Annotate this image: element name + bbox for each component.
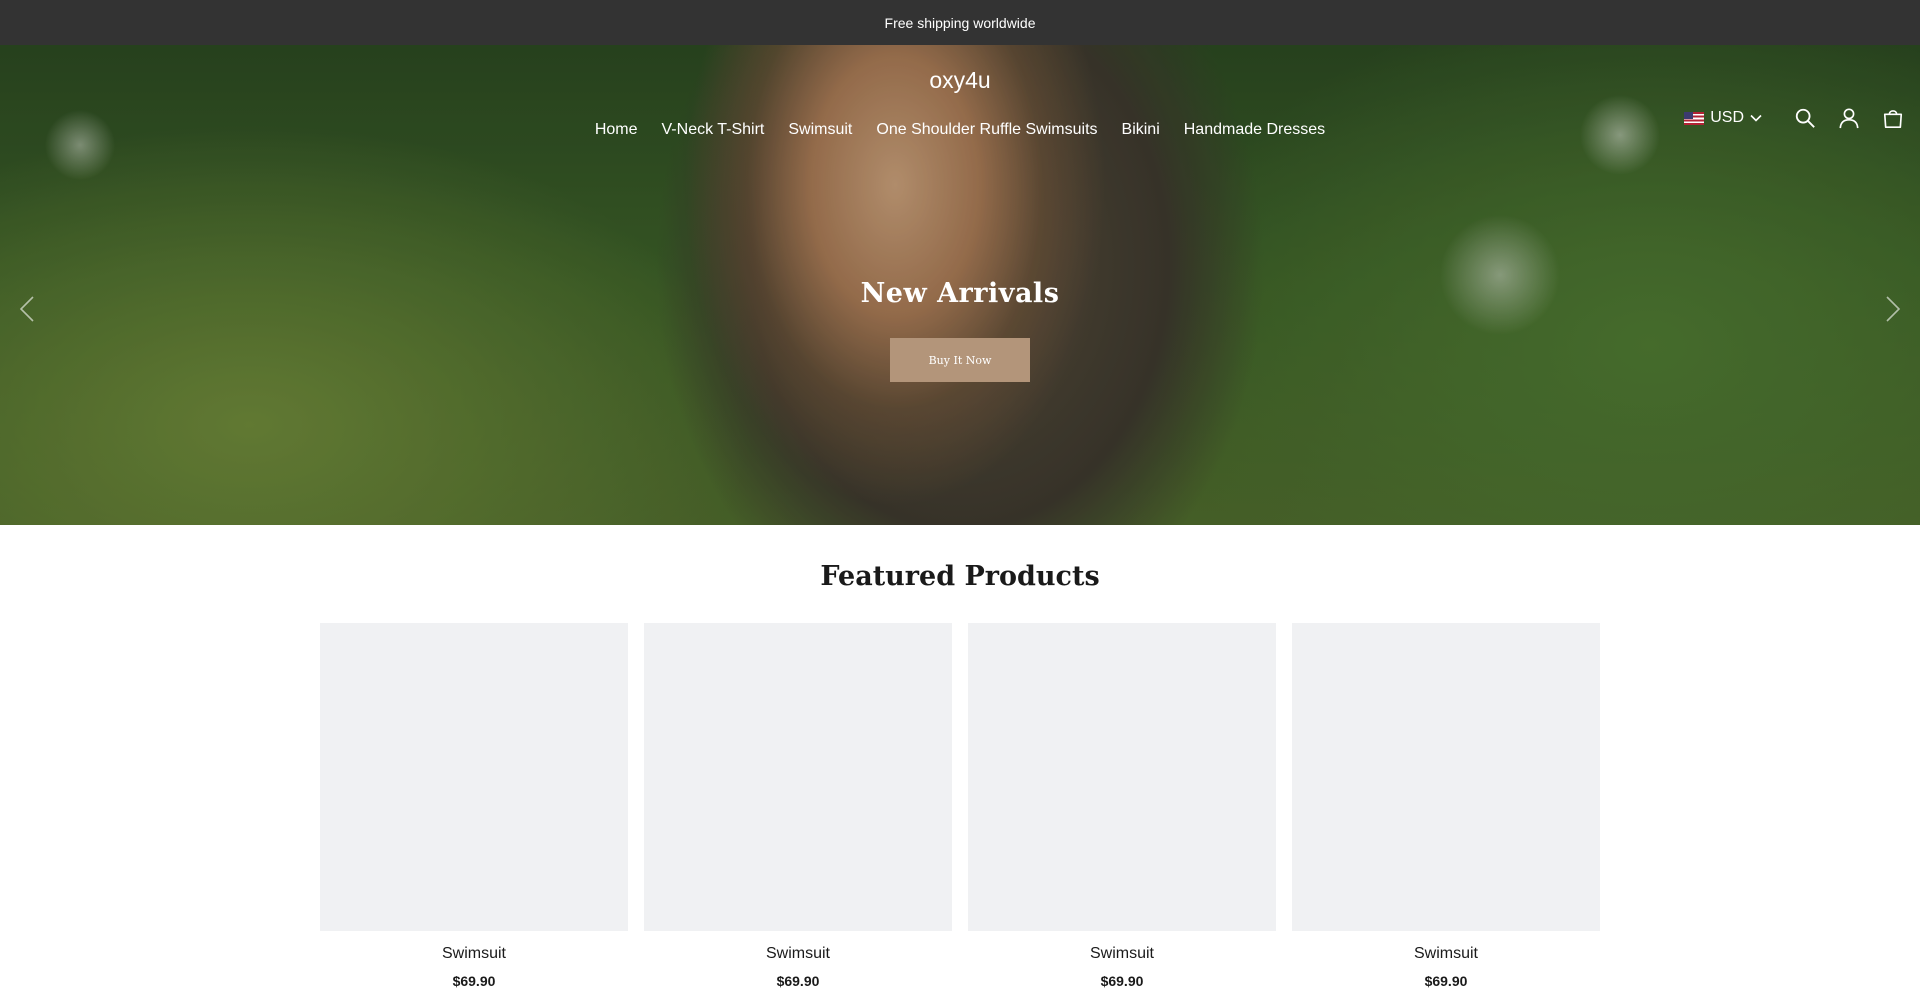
product-name[interactable]: Swimsuit: [644, 945, 952, 963]
section-title: Featured Products: [820, 561, 1100, 592]
product-image[interactable]: [644, 623, 952, 931]
announcement-text: Free shipping worldwide: [884, 14, 1036, 31]
product-image[interactable]: [968, 623, 1276, 931]
header-utility: USD: [1684, 103, 1908, 133]
product-price: $69.90: [1100, 973, 1144, 989]
featured-products-section: Featured Products Swimsuit $69.90 Swimsu…: [0, 525, 1920, 993]
nav-item-swimsuit[interactable]: Swimsuit: [788, 121, 852, 139]
main-nav: Home V-Neck T-Shirt Swimsuit One Shoulde…: [0, 121, 1920, 139]
product-price: $69.90: [452, 973, 496, 989]
chevron-down-icon: [1750, 109, 1762, 127]
nav-item-home[interactable]: Home: [595, 121, 638, 139]
product-card[interactable]: Swimsuit $69.90: [320, 623, 628, 989]
product-name[interactable]: Swimsuit: [968, 945, 1276, 963]
product-card[interactable]: Swimsuit $69.90: [1292, 623, 1600, 989]
site-header: oxy4u Home V-Neck T-Shirt Swimsuit One S…: [0, 45, 1920, 165]
nav-item-v-neck-t-shirt[interactable]: V-Neck T-Shirt: [662, 121, 765, 139]
product-image[interactable]: [1292, 623, 1600, 931]
announcement-bar: Free shipping worldwide: [0, 0, 1920, 45]
product-image[interactable]: [320, 623, 628, 931]
currency-selector[interactable]: USD: [1684, 109, 1762, 127]
product-grid: Swimsuit $69.90 Swimsuit $69.90 Swimsuit…: [320, 623, 1600, 989]
us-flag-icon: [1684, 111, 1705, 125]
account-icon[interactable]: [1834, 103, 1864, 133]
search-icon[interactable]: [1790, 103, 1820, 133]
product-price: $69.90: [776, 973, 820, 989]
product-card[interactable]: Swimsuit $69.90: [644, 623, 952, 989]
hero-title: New Arrivals: [860, 278, 1060, 309]
product-price: $69.90: [1424, 973, 1468, 989]
product-card[interactable]: Swimsuit $69.90: [968, 623, 1276, 989]
cart-icon[interactable]: [1878, 103, 1908, 133]
buy-it-now-button[interactable]: Buy It Now: [890, 338, 1030, 382]
hero-slideshow: oxy4u Home V-Neck T-Shirt Swimsuit One S…: [0, 45, 1920, 525]
site-logo[interactable]: oxy4u: [0, 67, 1920, 94]
nav-item-bikini[interactable]: Bikini: [1122, 121, 1160, 139]
product-name[interactable]: Swimsuit: [1292, 945, 1600, 963]
product-name[interactable]: Swimsuit: [320, 945, 628, 963]
nav-item-handmade-dresses[interactable]: Handmade Dresses: [1184, 121, 1325, 139]
nav-item-one-shoulder-ruffle-swimsuits[interactable]: One Shoulder Ruffle Swimsuits: [876, 121, 1097, 139]
currency-label: USD: [1710, 109, 1744, 126]
